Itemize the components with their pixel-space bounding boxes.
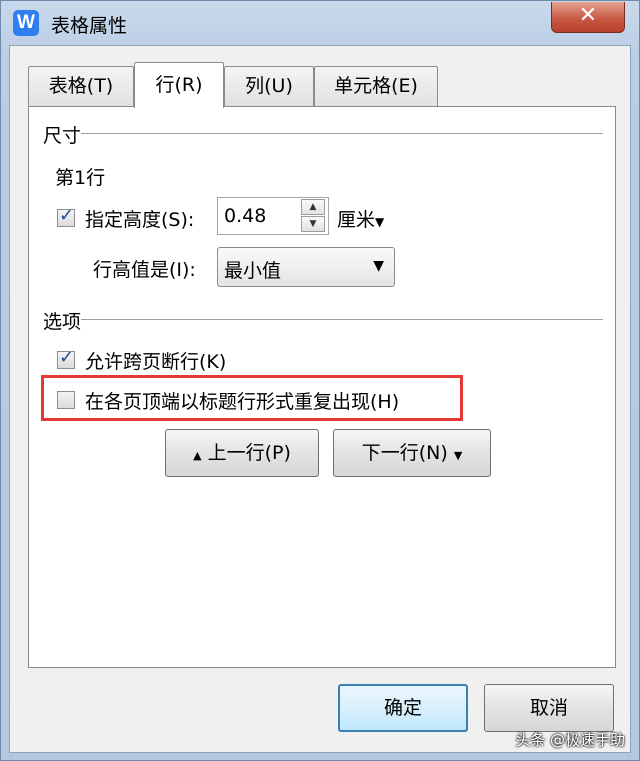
previous-row-button[interactable]: ▲ 上一行(P) (165, 429, 319, 477)
close-button[interactable]: ✕ (551, 2, 625, 33)
tab-cell[interactable]: 单元格(E) (314, 66, 438, 106)
checkmark-icon: ✓ (59, 205, 75, 226)
title-bar[interactable]: W 表格属性 ✕ (1, 1, 639, 45)
wps-app-icon: W (13, 10, 39, 36)
specify-height-checkbox[interactable]: ✓ (57, 205, 75, 227)
next-row-button[interactable]: 下一行(N) ▼ (333, 429, 491, 477)
next-row-label: 下一行(N) (361, 442, 448, 464)
row-height-mode-select[interactable]: 最小值 ▼ (217, 247, 395, 287)
cancel-button[interactable]: 取消 (484, 684, 614, 732)
height-spinner[interactable]: 0.48 ▲ ▼ (217, 197, 329, 235)
checkmark-icon: ✓ (59, 347, 75, 368)
options-divider (77, 319, 603, 321)
row-height-mode-value: 最小值 (224, 260, 282, 282)
chevron-down-icon: ▼ (375, 215, 385, 229)
unit-label: 厘米 (337, 209, 376, 231)
row-number-label: 第1行 (55, 167, 106, 189)
table-properties-dialog: W 表格属性 ✕ 表格(T) 行(R) 列(U) 单元格(E) 尺寸 第1行 ✓… (0, 0, 640, 761)
allow-break-label: 允许跨页断行(K) (85, 351, 227, 373)
close-icon: ✕ (578, 3, 598, 28)
tab-table[interactable]: 表格(T) (28, 66, 134, 106)
dialog-title: 表格属性 (51, 15, 128, 37)
tab-row[interactable]: 行(R) (134, 62, 224, 108)
specify-height-label: 指定高度(S): (85, 209, 195, 231)
unit-dropdown[interactable]: 厘米▼ (337, 205, 384, 232)
spin-up-icon[interactable]: ▲ (301, 199, 325, 215)
arrow-up-icon: ▲ (193, 449, 202, 462)
previous-row-label: 上一行(P) (207, 442, 291, 464)
chevron-down-icon: ▼ (373, 258, 384, 274)
size-section-label: 尺寸 (43, 121, 82, 148)
highlight-box (41, 375, 463, 421)
size-divider (77, 133, 603, 135)
tab-column[interactable]: 列(U) (224, 66, 314, 106)
ok-button[interactable]: 确定 (338, 684, 468, 732)
watermark: 头条 @极速手助 (515, 731, 625, 749)
spin-buttons: ▲ ▼ (301, 199, 327, 233)
spin-down-icon[interactable]: ▼ (301, 216, 325, 232)
height-input[interactable]: 0.48 (224, 205, 266, 227)
options-section-label: 选项 (43, 307, 82, 334)
row-height-is-label: 行高值是(I): (93, 259, 196, 281)
allow-break-checkbox[interactable]: ✓ (57, 347, 75, 369)
arrow-down-icon: ▼ (453, 449, 463, 462)
